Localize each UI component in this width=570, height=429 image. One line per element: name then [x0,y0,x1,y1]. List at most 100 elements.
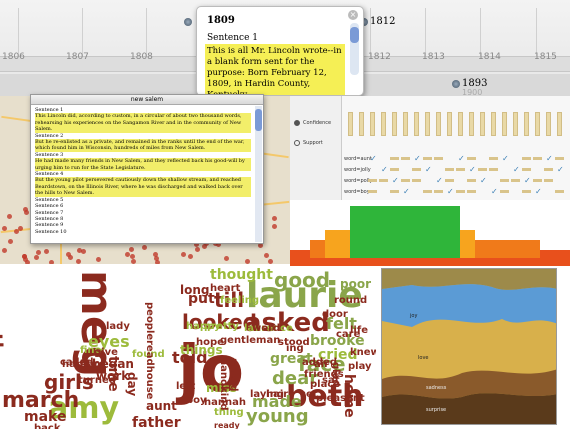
matrix-column-bar[interactable] [414,112,419,136]
map-pin[interactable] [181,251,187,257]
sentence-dialog[interactable]: new salem Sentence 1 This Lincoln did, ac… [30,94,264,244]
sentence-list[interactable]: Sentence 1 This Lincoln did, according to… [31,105,255,243]
map-pin[interactable] [23,209,29,215]
matrix-cell [401,179,410,182]
options-box [290,96,342,200]
matrix-column-bar[interactable] [403,112,408,136]
map-pin[interactable] [141,244,147,250]
matrix-column-bar[interactable] [491,112,496,136]
map-pin[interactable] [224,256,230,262]
map-pin[interactable] [244,259,250,264]
scrollbar-thumb[interactable] [255,109,262,131]
cloud-word: thought [210,267,273,283]
row-label: word=jolly [344,167,371,173]
matrix-cell [434,157,443,160]
matrix-column-bar[interactable] [513,112,518,136]
scrollbar-thumb[interactable] [350,27,359,43]
map-pin[interactable] [272,216,278,222]
map-pin[interactable] [195,246,201,252]
matrix-column-bar[interactable] [502,112,507,136]
matrix-cell [489,157,498,160]
map-pin[interactable] [128,246,134,252]
check-icon: ✓ [557,165,564,174]
map-pin[interactable] [130,259,136,264]
tick-label: 1812 [368,52,391,62]
matrix-column-bar[interactable] [392,112,397,136]
event-marker[interactable] [452,80,460,88]
event-popup[interactable]: × 1809 Sentence 1 This is all Mr. Lincol… [196,6,364,96]
timeline-panel[interactable]: 1806 1807 1808 1812 1813 1814 1815 1900 … [0,0,570,96]
hist-layer [290,258,570,266]
matrix-cell [500,190,509,193]
map-pin[interactable] [34,255,40,261]
map-pin[interactable] [6,214,12,220]
map-pin[interactable] [18,225,24,231]
matrix-column-bar[interactable] [370,112,375,136]
close-icon[interactable]: × [348,10,358,20]
matrix-column-bar[interactable] [381,112,386,136]
check-icon: ✓ [403,187,410,196]
matrix-column-bar[interactable] [348,112,353,136]
matrix-column-bar[interactable] [546,112,551,136]
matrix-column-bar[interactable] [425,112,430,136]
map-pin[interactable] [267,259,273,264]
matrix-column-bar[interactable] [535,112,540,136]
matrix-column-bar[interactable] [447,112,452,136]
cloud-word: gentleman [220,335,281,346]
matrix-column-bar[interactable] [458,112,463,136]
map-pin[interactable] [48,260,54,264]
cloud-word: play [348,361,372,372]
map-pin[interactable] [155,260,161,264]
cloud-word: left [176,381,196,392]
tick-label: 1808 [130,52,153,62]
event-label[interactable]: 1812 [370,16,395,27]
map-pin[interactable] [8,239,14,245]
dialog-title: new salem [31,95,263,105]
matrix-column-bar[interactable] [524,112,529,136]
cloud-word: heart [210,283,241,294]
tick-label: 1813 [422,52,445,62]
cloud-word: hair [266,389,289,400]
matrix-cell [423,157,432,160]
map-pin[interactable] [76,258,81,264]
cloud-word: hard [80,359,106,370]
matrix-column-bar[interactable] [469,112,474,136]
map-pin[interactable] [272,223,278,229]
map-pin[interactable] [43,248,49,254]
matrix-cell [522,190,531,193]
cloud-word: pleasant [316,393,365,404]
cloud-word: pretty [204,321,239,332]
association-matrix-panel[interactable]: Confidence Support word=aunt word=jolly … [290,96,570,200]
check-icon: ✓ [447,187,454,196]
radio-confidence[interactable] [294,120,300,126]
map-pin[interactable] [258,243,264,249]
cloud-word: poor [340,277,371,291]
map-pin[interactable] [25,260,31,264]
map-pin[interactable] [96,257,102,263]
cloud-word: readhouse [144,340,155,400]
cloud-word: ready [214,421,240,429]
cloud-word: life [350,325,368,336]
cloud-word: door [322,309,348,320]
matrix-cell [379,179,388,182]
matrix-cell [423,190,432,193]
cloud-word: people [144,302,155,341]
event-label[interactable]: 1893 [462,78,487,89]
matrix-column-bar[interactable] [480,112,485,136]
map-pin[interactable] [35,249,41,255]
matrix-column-bar[interactable] [557,112,562,136]
map-pin[interactable] [65,251,71,257]
cloud-word: ing [286,343,304,354]
map-pin[interactable] [2,247,8,253]
matrix-column-bar[interactable] [359,112,364,136]
event-marker[interactable] [184,18,192,26]
highlighted-quote: This is all Mr. Lincoln wrote--in a blan… [205,44,345,95]
check-icon: ✓ [381,165,388,174]
map-pin[interactable] [188,253,194,259]
radio-support[interactable] [294,140,300,146]
map-pin[interactable] [1,225,7,231]
matrix-cell [467,190,476,193]
matrix-column-bar[interactable] [436,112,441,136]
map-pin[interactable] [264,253,270,259]
stream-label: joy [410,313,418,319]
